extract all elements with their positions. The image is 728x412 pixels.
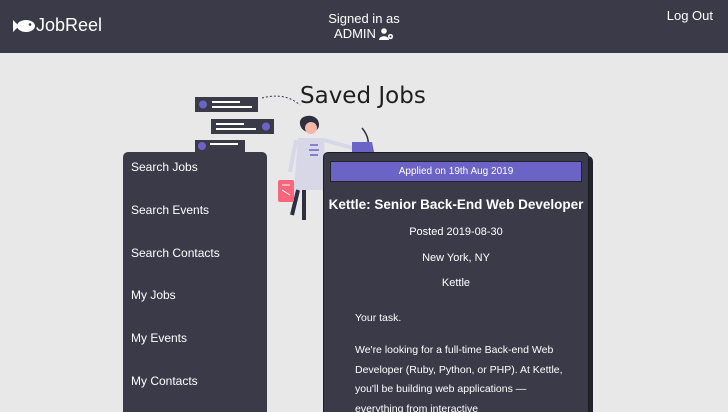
job-card[interactable]: Applied on 19th Aug 2019 Kettle: Senior …	[323, 152, 589, 412]
job-location: New York, NY	[422, 252, 490, 264]
illustration-card-1	[195, 97, 258, 112]
job-task-heading: Your task.	[355, 312, 402, 324]
page-title: Saved Jobs	[300, 83, 426, 109]
applied-badge: Applied on 19th Aug 2019	[330, 161, 582, 182]
sidebar-item-search-events[interactable]: Search Events	[131, 203, 209, 217]
job-posted-date: Posted 2019-08-30	[409, 226, 503, 238]
illustration-card-3	[195, 140, 245, 152]
job-company: Kettle	[441, 277, 471, 289]
sidebar-item-search-jobs[interactable]: Search Jobs	[131, 160, 198, 174]
illustration-card-2	[211, 119, 274, 134]
sidebar-nav: Search Jobs Search Events Search Contact…	[123, 152, 267, 412]
sidebar-item-my-contacts[interactable]: My Contacts	[131, 374, 198, 388]
sidebar-item-my-jobs[interactable]: My Jobs	[131, 288, 176, 302]
sidebar-item-my-events[interactable]: My Events	[131, 331, 187, 345]
job-title[interactable]: Kettle: Senior Back-End Web Developer	[324, 197, 588, 212]
sidebar-item-search-contacts[interactable]: Search Contacts	[131, 246, 220, 260]
job-description: We're looking for a full-time Back-end W…	[355, 344, 563, 412]
